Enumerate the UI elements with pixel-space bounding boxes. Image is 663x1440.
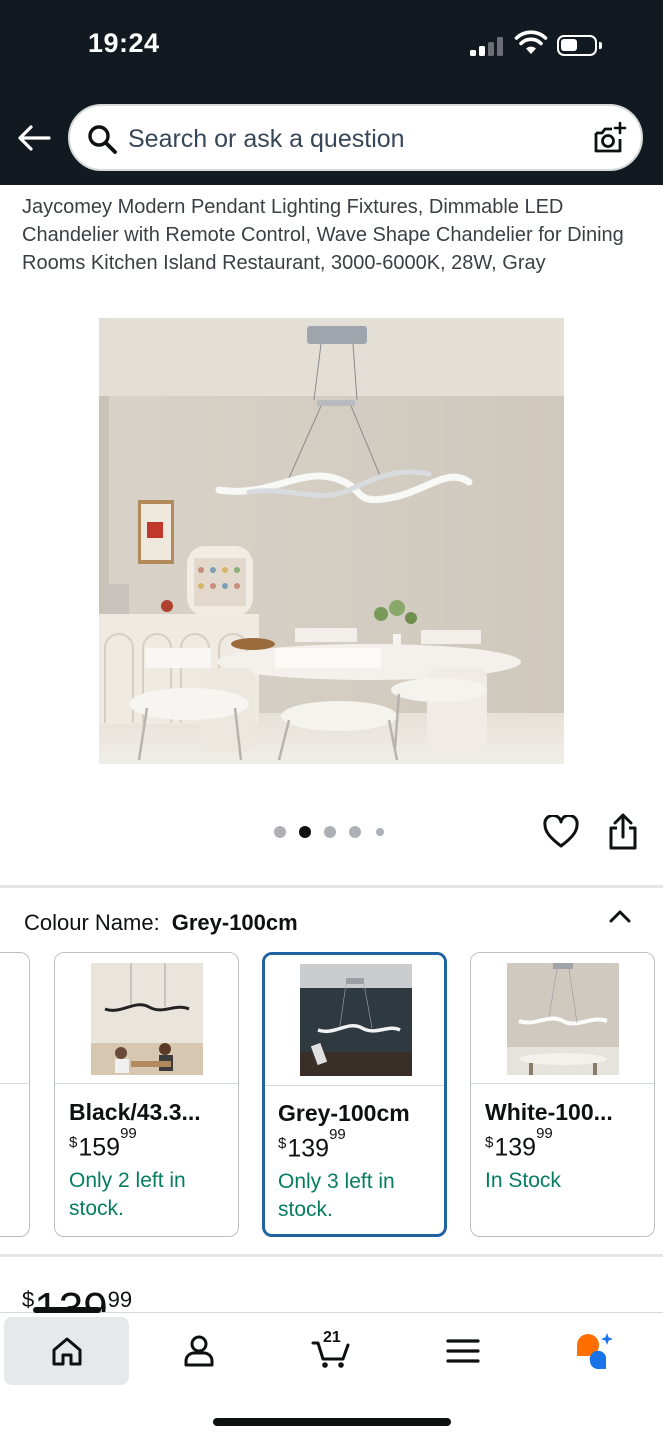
heart-icon[interactable] (543, 815, 579, 849)
colour-option-price: $13999 (278, 1126, 346, 1163)
colour-option-card-selected[interactable]: Grey-100cm $13999 Only 3 left in stock. (262, 952, 447, 1237)
colour-option-thumbnail (90, 963, 203, 1075)
battery-icon (557, 35, 602, 56)
colour-label: Colour Name: (24, 910, 160, 935)
carousel-dot[interactable] (274, 826, 286, 838)
nav-active-indicator (33, 1307, 101, 1313)
colour-option-price: $15999 (69, 1125, 137, 1162)
product-title: Jaycomey Modern Pendant Lighting Fixture… (22, 196, 624, 274)
account-icon[interactable] (179, 1331, 219, 1371)
divider (0, 885, 663, 888)
image-carousel-indicator[interactable] (274, 824, 394, 840)
colour-selected-value: Grey-100cm (171, 910, 298, 935)
colour-option-name: White-100... (485, 1099, 613, 1125)
menu-icon[interactable] (443, 1331, 483, 1371)
wifi-icon (514, 30, 548, 54)
colour-name-row: Colour Name: Grey-100cm (24, 910, 298, 936)
colour-option-card[interactable]: Black/43.3... $15999 Only 2 left in stoc… (54, 952, 239, 1237)
home-indicator (213, 1418, 451, 1426)
share-icon[interactable] (606, 813, 640, 851)
divider (0, 1254, 663, 1257)
cart-count-badge: 21 (323, 1329, 341, 1346)
availability-text: In Stock (485, 1169, 561, 1192)
colour-option-card[interactable]: White-100... $13999 In Stock (470, 952, 655, 1237)
home-icon[interactable] (47, 1331, 87, 1371)
colour-option-card[interactable] (0, 952, 30, 1237)
availability-text: Only 2 left in stock. (69, 1169, 186, 1220)
colour-option-thumbnail (299, 964, 412, 1076)
cellular-signal-icon (470, 36, 506, 56)
product-page: 19:24 Search or ask a question Jaycomey … (0, 0, 663, 1440)
colour-option-thumbnail (506, 963, 619, 1075)
colour-option-price: $13999 (485, 1125, 553, 1162)
carousel-dot[interactable] (376, 828, 384, 836)
search-icon (88, 125, 117, 154)
carousel-dot[interactable] (324, 826, 336, 838)
availability-text: Only 3 left in stock. (278, 1170, 395, 1221)
back-arrow-icon[interactable] (16, 120, 52, 156)
product-image[interactable] (99, 318, 564, 764)
colour-option-name: Black/43.3... (69, 1099, 201, 1125)
chevron-up-icon[interactable] (607, 906, 633, 926)
status-time: 19:24 (88, 28, 160, 58)
carousel-dot[interactable] (349, 826, 361, 838)
search-input[interactable]: Search or ask a question (128, 125, 405, 154)
search-bar[interactable]: Search or ask a question (68, 104, 643, 171)
header: 19:24 Search or ask a question (0, 0, 663, 185)
camera-search-icon[interactable] (591, 121, 627, 157)
colour-option-name: Grey-100cm (278, 1100, 410, 1126)
carousel-dot-active[interactable] (299, 826, 311, 838)
rufus-icon[interactable] (574, 1331, 614, 1371)
